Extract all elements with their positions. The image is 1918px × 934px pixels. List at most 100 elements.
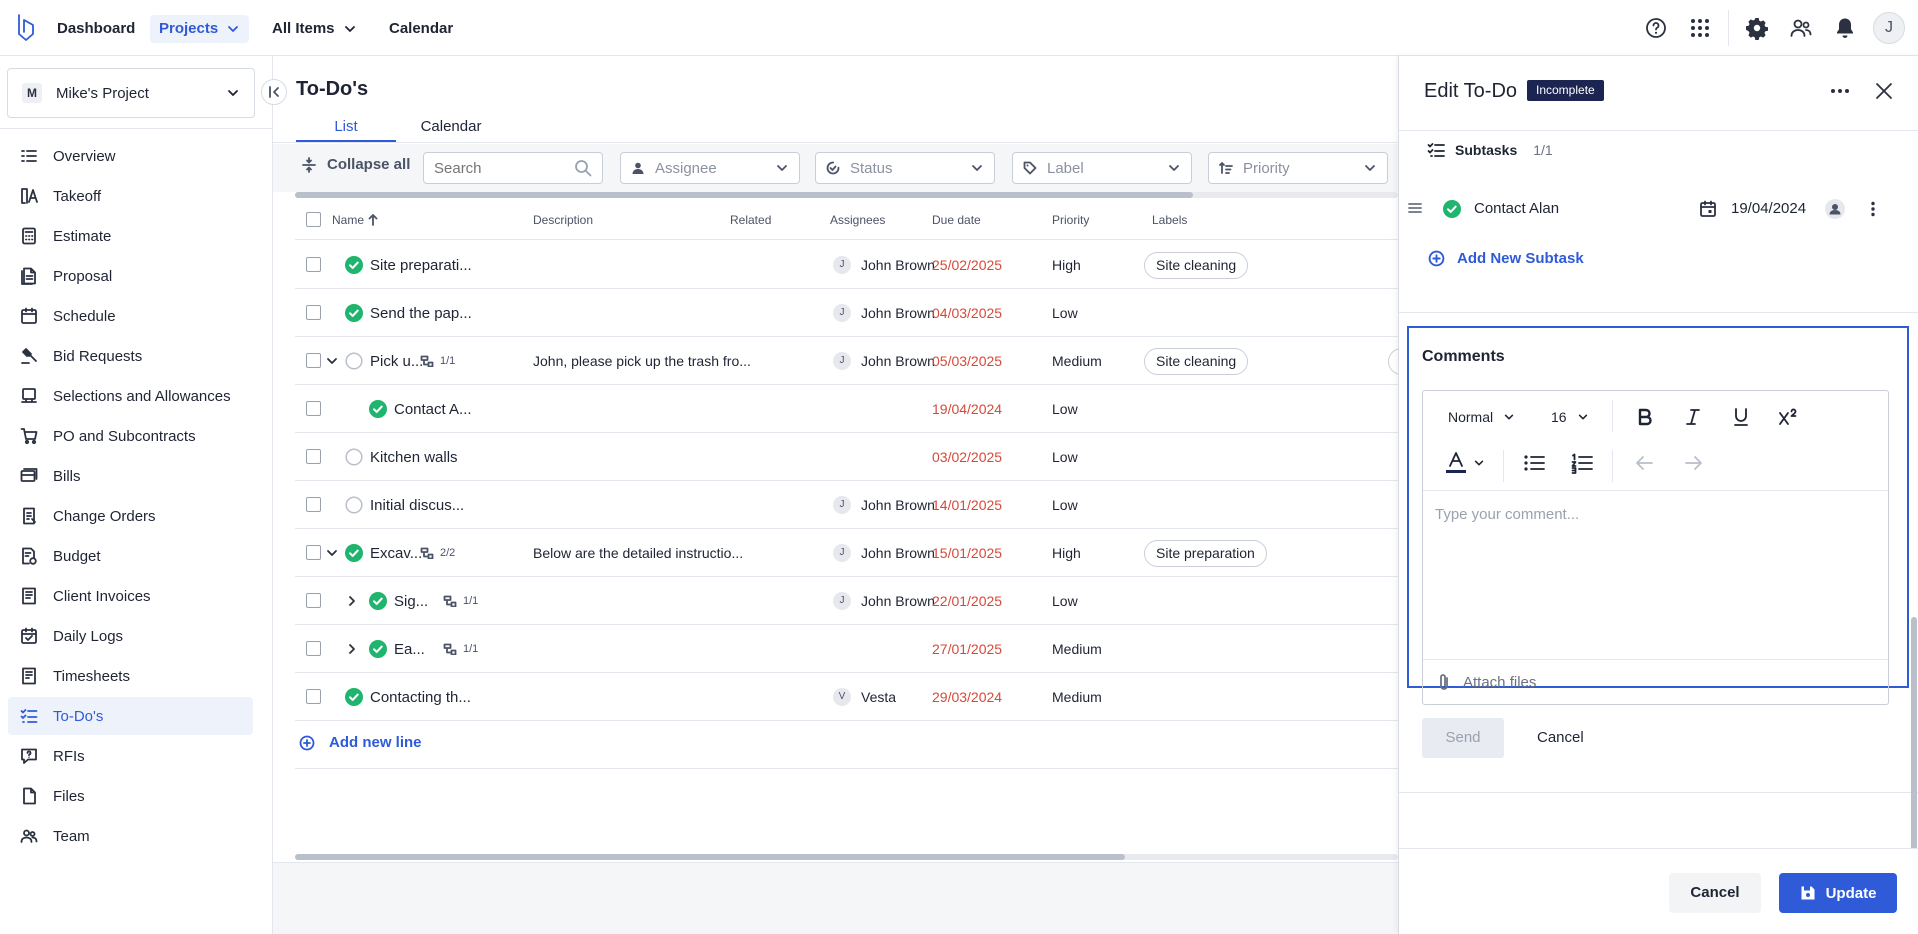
undo-icon[interactable]	[1635, 453, 1655, 473]
sidebar-item-po-subcontracts[interactable]: PO and Subcontracts	[8, 417, 253, 455]
scrollbar-thumb[interactable]	[1911, 617, 1917, 851]
redo-icon[interactable]	[1683, 453, 1703, 473]
row-checkbox[interactable]	[306, 353, 321, 368]
row-checkbox[interactable]	[306, 257, 321, 272]
column-due-date[interactable]: Due date	[932, 213, 981, 227]
completed-check-icon[interactable]	[345, 688, 363, 706]
table-row[interactable]: Kitchen walls 03/02/2025 Low	[295, 433, 1398, 481]
sidebar-item-budget[interactable]: Budget	[8, 537, 253, 575]
project-selector[interactable]: M Mike's Project	[7, 68, 255, 118]
column-related[interactable]: Related	[730, 213, 771, 227]
row-checkbox[interactable]	[306, 497, 321, 512]
sidebar-item-estimate[interactable]: Estimate	[8, 217, 253, 255]
update-button[interactable]: Update	[1779, 873, 1897, 913]
completed-check-icon[interactable]	[1443, 200, 1461, 218]
font-size-select[interactable]: 16	[1551, 409, 1589, 425]
row-checkbox[interactable]	[306, 593, 321, 608]
todo-name[interactable]: Contact A...	[394, 401, 472, 418]
sidebar-item-bills[interactable]: Bills	[8, 457, 253, 495]
search-field[interactable]	[423, 152, 603, 184]
close-icon[interactable]	[1873, 80, 1895, 102]
nav-all-items[interactable]: All Items	[263, 15, 366, 43]
users-icon[interactable]	[1789, 16, 1813, 40]
incomplete-circle-icon[interactable]	[345, 352, 363, 370]
status-filter[interactable]: Status	[815, 152, 995, 184]
panel-vertical-scrollbar[interactable]	[1911, 131, 1917, 851]
table-row[interactable]: Initial discus... J John Brown 14/01/2025 Lo…	[295, 481, 1398, 529]
help-circle-icon[interactable]	[1644, 16, 1668, 40]
chevron-down-icon[interactable]	[325, 546, 339, 560]
user-avatar[interactable]: J	[1873, 12, 1905, 44]
comment-input[interactable]	[1423, 492, 1888, 658]
row-checkbox[interactable]	[306, 689, 321, 704]
priority-filter[interactable]: Priority	[1208, 152, 1388, 184]
select-all-checkbox[interactable]	[306, 212, 321, 227]
sidebar-item-overview[interactable]: Overview	[8, 137, 253, 175]
sidebar-item-timesheets[interactable]: Timesheets	[8, 657, 253, 695]
incomplete-circle-icon[interactable]	[345, 496, 363, 514]
bottom-horizontal-scrollbar[interactable]	[295, 854, 1398, 860]
search-input[interactable]	[434, 159, 574, 177]
add-new-line-button[interactable]: Add new line	[299, 734, 422, 751]
nav-projects[interactable]: Projects	[150, 15, 250, 43]
superscript-icon[interactable]	[1778, 407, 1800, 427]
table-row[interactable]: Excav... 2/2 Below are the detailed instru…	[295, 529, 1398, 577]
sidebar-item-files[interactable]: Files	[8, 777, 253, 815]
table-row[interactable]: Send the pap... J John Brown 04/03/2025 Low	[295, 289, 1398, 337]
assignee-avatar-icon[interactable]	[1825, 199, 1845, 219]
completed-check-icon[interactable]	[345, 256, 363, 274]
bold-icon[interactable]	[1635, 407, 1655, 427]
row-checkbox[interactable]	[306, 545, 321, 560]
bell-icon[interactable]	[1833, 16, 1857, 40]
table-row[interactable]: Pick u... 1/1 John, please pick up the tra…	[295, 337, 1398, 385]
bullet-list-icon[interactable]	[1523, 452, 1545, 474]
incomplete-circle-icon[interactable]	[345, 448, 363, 466]
row-checkbox[interactable]	[306, 401, 321, 416]
tab-list[interactable]: List	[296, 112, 396, 142]
more-options-icon[interactable]	[1829, 80, 1851, 102]
sidebar-item-team[interactable]: Team	[8, 817, 253, 855]
table-row[interactable]: Site preparati... J John Brown 25/02/2025 Hi…	[295, 241, 1398, 289]
assignee-filter[interactable]: Assignee	[620, 152, 800, 184]
add-new-subtask-button[interactable]: Add New Subtask	[1428, 250, 1584, 267]
send-button[interactable]: Send	[1422, 718, 1504, 758]
sidebar-item-selections[interactable]: Selections and Allowances	[8, 377, 253, 415]
calendar-icon[interactable]	[1699, 200, 1717, 218]
sidebar-item-daily-logs[interactable]: Daily Logs	[8, 617, 253, 655]
table-row[interactable]: Contacting th... V Vesta 29/03/2024 Medium	[295, 673, 1398, 721]
drag-handle-icon[interactable]	[1407, 200, 1423, 216]
todo-name[interactable]: Excav...	[370, 545, 422, 562]
underline-icon[interactable]	[1731, 407, 1751, 427]
subtask-due-date[interactable]: 19/04/2024	[1731, 200, 1806, 217]
text-style-select[interactable]: Normal	[1448, 409, 1515, 425]
label-tag[interactable]: Site preparation	[1144, 540, 1267, 567]
apps-grid-icon[interactable]	[1688, 16, 1712, 40]
chevron-right-icon[interactable]	[345, 594, 359, 608]
sidebar-item-proposal[interactable]: Proposal	[8, 257, 253, 295]
table-row[interactable]: Contact A... 19/04/2024 Low	[295, 385, 1398, 433]
todo-name[interactable]: Send the pap...	[370, 305, 472, 322]
row-checkbox[interactable]	[306, 641, 321, 656]
sidebar-collapse-button[interactable]	[261, 79, 287, 105]
sidebar-item-client-invoices[interactable]: Client Invoices	[8, 577, 253, 615]
table-row[interactable]: Sig... 1/1 J John Brown 22/01/2025 Low	[295, 577, 1398, 625]
cancel-button[interactable]: Cancel	[1669, 873, 1761, 913]
completed-check-icon[interactable]	[369, 592, 387, 610]
todo-name[interactable]: Ea...	[394, 641, 425, 658]
sidebar-item-schedule[interactable]: Schedule	[8, 297, 253, 335]
todo-name[interactable]: Pick u...	[370, 353, 423, 370]
numbered-list-icon[interactable]	[1571, 452, 1593, 474]
column-name[interactable]: Name	[332, 213, 378, 227]
sidebar-item-change-orders[interactable]: Change Orders	[8, 497, 253, 535]
completed-check-icon[interactable]	[345, 544, 363, 562]
row-checkbox[interactable]	[306, 449, 321, 464]
chevron-down-icon[interactable]	[325, 354, 339, 368]
label-tag[interactable]: Site cleaning	[1144, 348, 1249, 375]
subtask-row[interactable]: Contact Alan 19/04/2024	[1399, 184, 1914, 236]
column-description[interactable]: Description	[533, 213, 593, 227]
todo-name[interactable]: Kitchen walls	[370, 449, 458, 466]
top-horizontal-scrollbar[interactable]	[295, 192, 1398, 198]
row-checkbox[interactable]	[306, 305, 321, 320]
chevron-right-icon[interactable]	[345, 642, 359, 656]
sidebar-item-rfis[interactable]: RFIs	[8, 737, 253, 775]
